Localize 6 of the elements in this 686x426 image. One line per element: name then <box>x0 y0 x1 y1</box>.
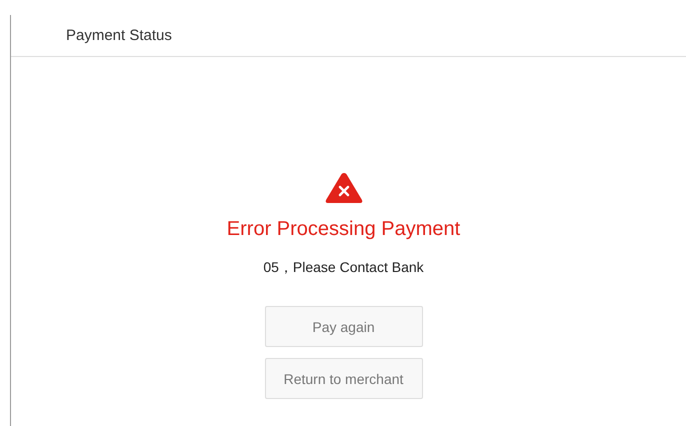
return-button[interactable]: Return to merchant <box>264 358 422 399</box>
error-icon <box>324 171 364 205</box>
page-title: Payment Status <box>66 27 172 44</box>
error-message: 05，Please Contact Bank <box>263 259 424 277</box>
pay-again-button[interactable]: Pay again <box>264 306 422 347</box>
error-title: Error Processing Payment <box>226 218 460 241</box>
